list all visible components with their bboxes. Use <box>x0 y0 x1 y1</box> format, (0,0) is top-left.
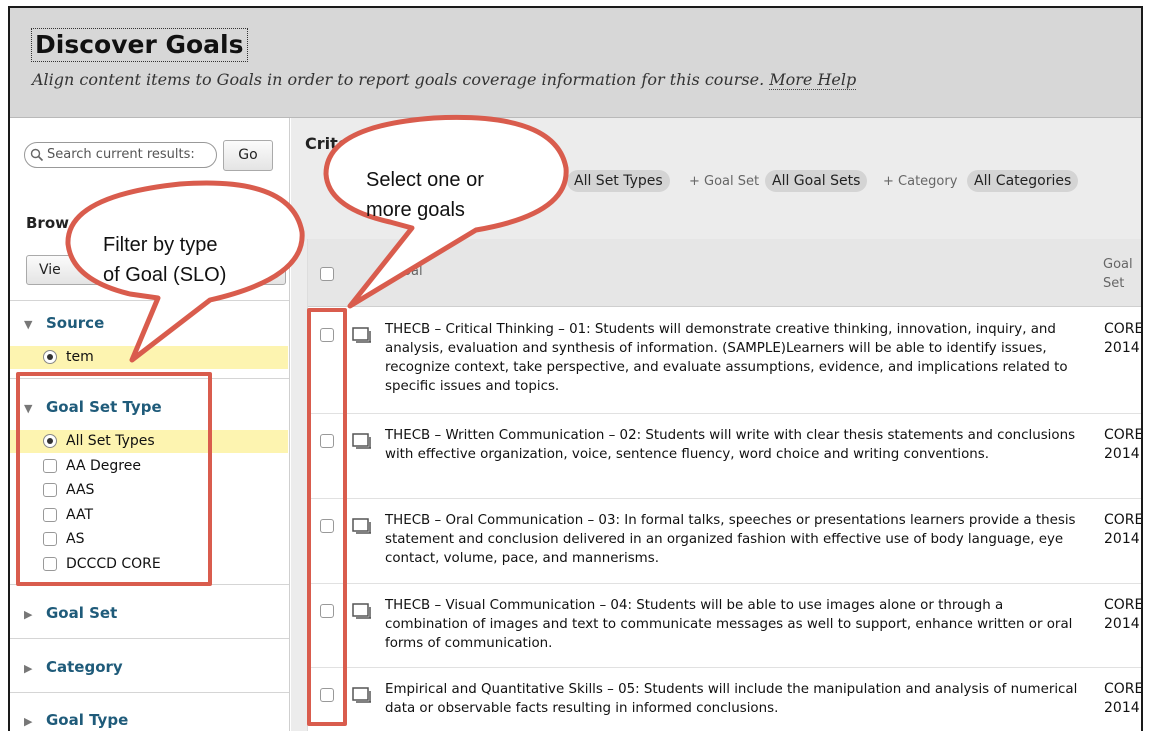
select-callout-line2: more goals <box>366 199 465 221</box>
filter-callout-line2: of Goal (SLO) <box>103 264 227 286</box>
filter-callout-line1: Filter by type <box>103 234 218 256</box>
select-callout-text: Select one or more goals <box>366 165 484 225</box>
filter-callout-text: Filter by type of Goal (SLO) <box>103 230 226 290</box>
select-callout-line1: Select one or <box>366 169 484 191</box>
discover-goals-window: Discover Goals Align content items to Go… <box>8 6 1143 731</box>
callout-bubbles <box>65 114 569 363</box>
